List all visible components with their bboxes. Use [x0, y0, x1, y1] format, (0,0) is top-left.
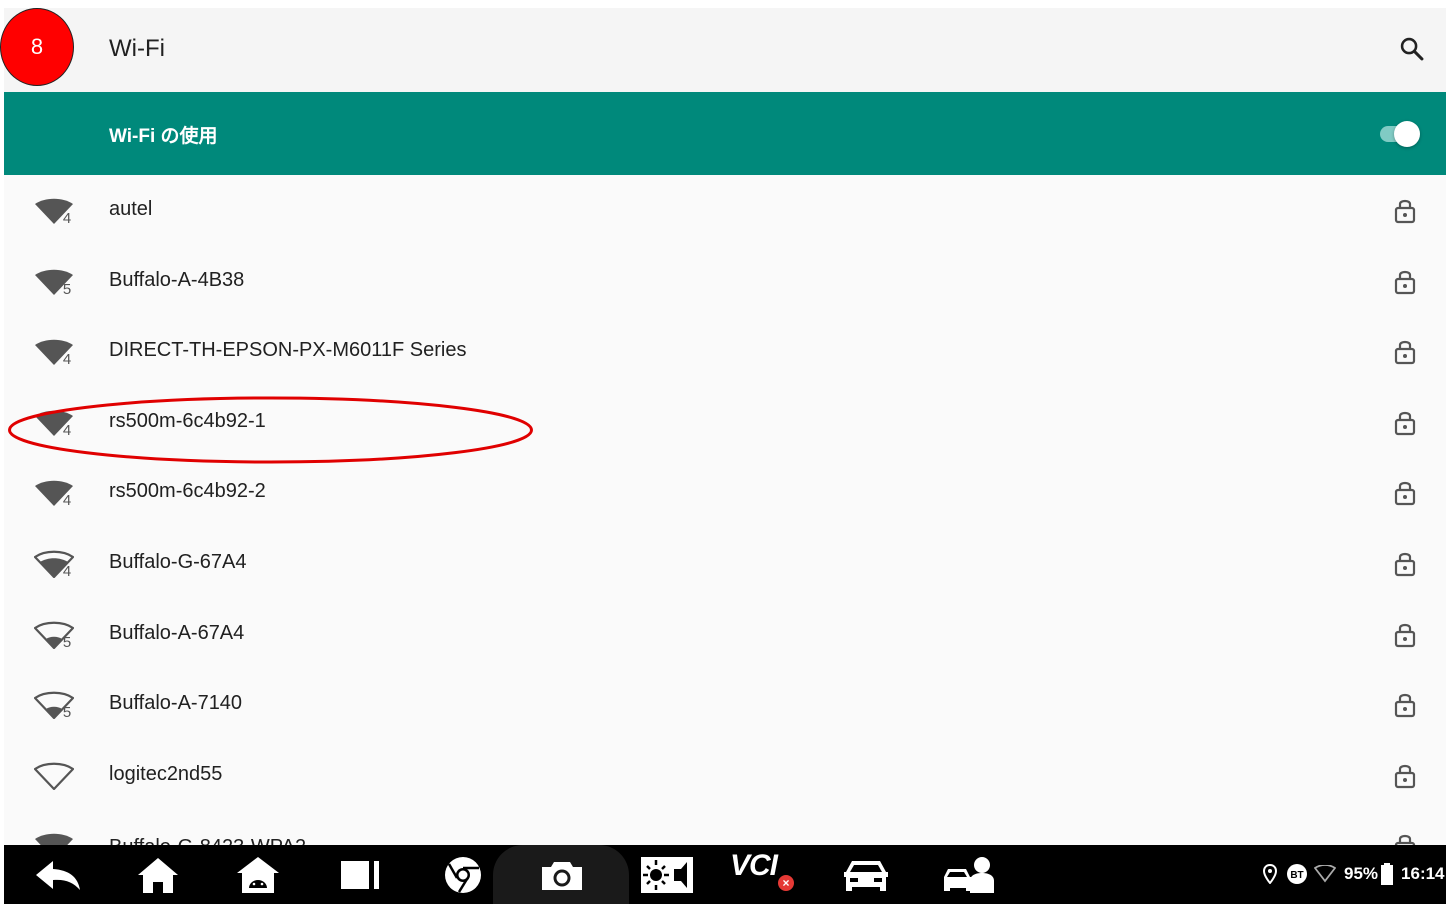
- app-bar: Wi-Fi: [4, 8, 1446, 92]
- network-row[interactable]: 4 rs500m-6c4b92-1: [4, 387, 1446, 457]
- network-ssid: logitec2nd55: [109, 762, 223, 785]
- network-ssid: Buffalo-A-7140: [109, 692, 243, 715]
- network-row[interactable]: 5 Buffalo-A-7140: [4, 669, 1446, 739]
- chrome-icon: [445, 857, 481, 893]
- network-row[interactable]: 4 rs500m-6c4b92-2: [4, 457, 1446, 527]
- toggle-thumb: [1394, 121, 1420, 147]
- lock-icon: [1394, 623, 1416, 647]
- svg-text:BT: BT: [1290, 870, 1303, 881]
- svg-text:4: 4: [63, 492, 71, 507]
- wifi-toggle[interactable]: [1378, 121, 1422, 147]
- network-ssid: Buffalo-G-67A4: [109, 551, 247, 573]
- android-home-icon: [237, 857, 279, 893]
- lock-icon: [1394, 552, 1416, 577]
- page-title: Wi-Fi: [109, 35, 165, 62]
- network-row[interactable]: 5 Buffalo-A-4B38: [4, 246, 1446, 316]
- recents-icon: [341, 861, 379, 889]
- camera-icon: [542, 862, 582, 890]
- lock-icon: [1394, 341, 1416, 365]
- search-icon[interactable]: [1398, 35, 1426, 63]
- network-row[interactable]: 5 Buffalo-A-67A4: [4, 599, 1446, 669]
- network-row[interactable]: 4 DIRECT-TH-EPSON-PX-M6011F Series: [4, 316, 1446, 386]
- car-service-icon: [944, 857, 994, 893]
- android-home-button[interactable]: [232, 853, 284, 897]
- network-ssid: Buffalo-A-4B38: [109, 268, 245, 291]
- wifi-settings-screen: Wi-Fi Wi-Fi の使用 4 autel 5 Buffalo-A-4B38 4 DI…: [4, 8, 1446, 904]
- network-row[interactable]: logitec2nd55: [4, 740, 1446, 810]
- wifi-signal-icon: 5: [34, 691, 74, 720]
- system-navbar: VCI × BT 95% 16:14: [4, 845, 1446, 904]
- lock-icon: [1394, 270, 1416, 294]
- battery-percent: 95%: [1344, 864, 1379, 883]
- wifi-signal-icon: 4: [35, 410, 73, 437]
- svg-text:5: 5: [63, 281, 71, 296]
- vci-error-badge: ×: [778, 875, 794, 891]
- network-row[interactable]: 4 Buffalo-G-67A4: [4, 528, 1446, 598]
- location-icon: [1262, 864, 1278, 884]
- wifi-signal-icon: 4: [34, 550, 74, 578]
- wifi-status-icon: [1314, 865, 1336, 883]
- back-button[interactable]: [32, 853, 84, 897]
- car-service-button[interactable]: [942, 853, 998, 897]
- network-ssid: autel: [109, 198, 153, 220]
- svg-text:4: 4: [63, 351, 71, 366]
- brightness-icon: [641, 857, 693, 893]
- wifi-signal-icon: 5: [35, 269, 73, 296]
- status-bar: BT 95% 16:14: [1262, 861, 1445, 887]
- svg-text:4: 4: [63, 563, 71, 578]
- network-ssid: DIRECT-TH-EPSON-PX-M6011F Series: [109, 339, 467, 362]
- vci-button[interactable]: VCI ×: [726, 849, 804, 897]
- wifi-signal-icon: 4: [35, 339, 73, 366]
- clock: 16:14: [1401, 864, 1445, 883]
- wifi-signal-icon: 4: [35, 481, 73, 507]
- wifi-signal-icon: 4: [35, 198, 73, 225]
- wifi-master-label: Wi-Fi の使用: [109, 126, 218, 147]
- bt-icon: BT: [1287, 864, 1307, 884]
- lock-icon: [1394, 199, 1416, 224]
- camera-button[interactable]: [536, 853, 588, 897]
- car-icon: [844, 861, 888, 891]
- lock-icon: [1394, 764, 1416, 788]
- lock-icon: [1394, 411, 1416, 435]
- svg-text:5: 5: [63, 704, 71, 719]
- battery-icon: [1381, 863, 1394, 885]
- wifi-signal-icon: [34, 762, 74, 790]
- back-icon: [36, 861, 80, 890]
- svg-text:4: 4: [63, 422, 71, 437]
- svg-text:4: 4: [63, 210, 71, 225]
- lock-icon: [1394, 482, 1416, 506]
- step-badge: 8: [0, 8, 74, 86]
- chrome-button[interactable]: [437, 853, 489, 897]
- vci-icon: VCI: [730, 849, 778, 882]
- network-ssid: Buffalo-A-67A4: [109, 621, 245, 644]
- brightness-button[interactable]: [638, 853, 696, 897]
- recents-button[interactable]: [334, 853, 386, 897]
- car-button[interactable]: [840, 853, 892, 897]
- lock-icon: [1394, 694, 1416, 718]
- network-row[interactable]: 4 autel: [4, 175, 1446, 245]
- wifi-master-switch-bar[interactable]: Wi-Fi の使用: [4, 92, 1446, 175]
- home-icon: [138, 858, 178, 893]
- network-ssid: rs500m-6c4b92-1: [109, 409, 266, 432]
- wifi-signal-icon: 5: [34, 621, 74, 649]
- network-ssid: rs500m-6c4b92-2: [109, 480, 266, 503]
- home-button[interactable]: [132, 853, 184, 897]
- svg-text:5: 5: [63, 634, 71, 649]
